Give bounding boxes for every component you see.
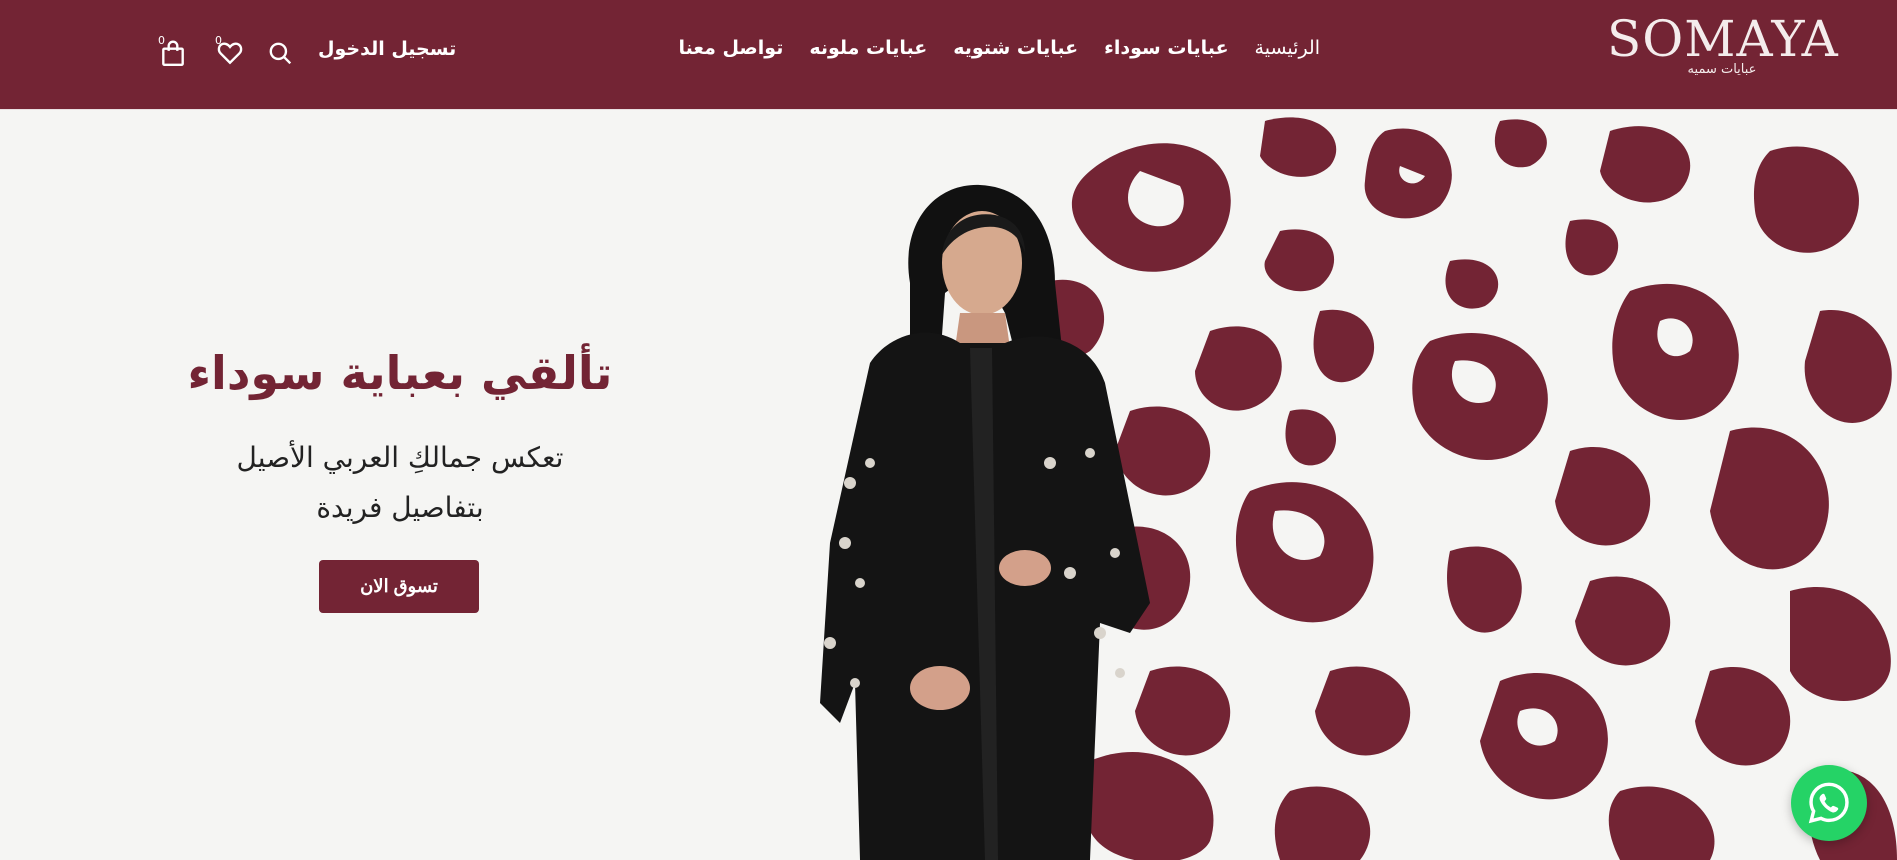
- whatsapp-icon: [1808, 782, 1849, 824]
- main-nav: الرئيسية عبايات سوداء عبايات شتويه عبايا…: [678, 37, 1320, 59]
- search-icon: [269, 42, 292, 65]
- site-header: SOMAYA عبايات سميه الرئيسية عبايات سوداء…: [0, 0, 1897, 110]
- hero-banner: تألقي بعباية سوداء تعكس جمالكِ العربي ال…: [0, 111, 1897, 860]
- hero-subtitle-line-2: بتفاصيل فريدة: [316, 491, 484, 524]
- nav-item-colored-abayas[interactable]: عبايات ملونه: [809, 37, 927, 59]
- nav-item-home[interactable]: الرئيسية: [1255, 37, 1320, 59]
- nav-item-contact[interactable]: تواصل معنا: [678, 37, 783, 59]
- whatsapp-button[interactable]: [1791, 765, 1867, 841]
- brand-logo[interactable]: SOMAYA عبايات سميه: [1607, 10, 1839, 77]
- wishlist-count: 0: [215, 34, 222, 47]
- cart-count: 0: [158, 34, 165, 47]
- brand-name: SOMAYA: [1607, 10, 1839, 68]
- login-link[interactable]: تسجيل الدخول: [318, 38, 456, 60]
- search-button[interactable]: [263, 36, 297, 70]
- wishlist-button[interactable]: 0: [213, 34, 247, 70]
- cart-button[interactable]: 0: [156, 34, 190, 70]
- nav-item-black-abayas[interactable]: عبايات سوداء: [1104, 37, 1228, 59]
- model-in-black-abaya-image: [820, 184, 1150, 860]
- hero-title: تألقي بعباية سوداء: [187, 346, 613, 400]
- nav-item-winter-abayas[interactable]: عبايات شتويه: [953, 37, 1078, 59]
- hero-subtitle-line-1: تعكس جمالكِ العربي الأصيل: [236, 441, 564, 474]
- shop-now-button[interactable]: تسوق الان: [319, 560, 479, 613]
